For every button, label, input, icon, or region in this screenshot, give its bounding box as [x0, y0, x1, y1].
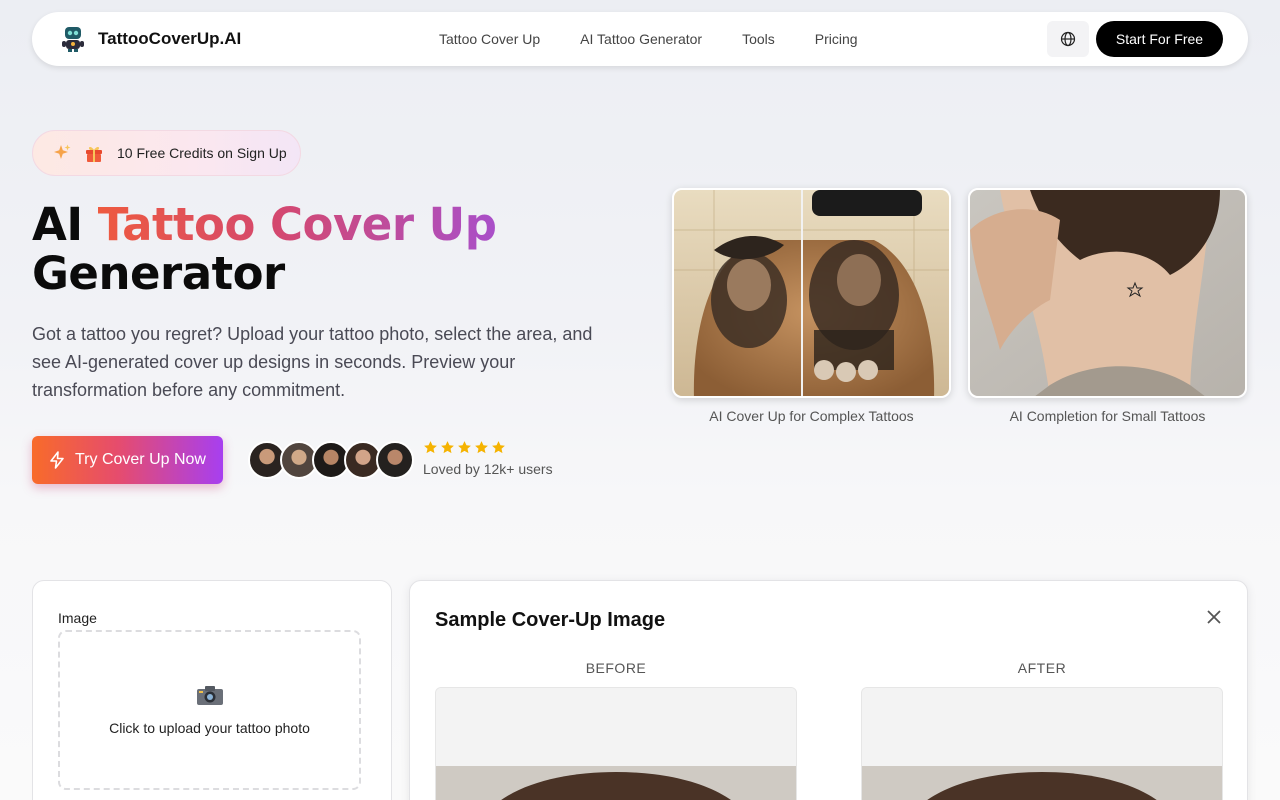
top-nav: TattooCoverUp.AI Tattoo Cover Up AI Tatt… — [32, 12, 1248, 66]
lightning-icon — [50, 451, 64, 469]
image-label: Image — [58, 610, 97, 626]
brand-name: TattooCoverUp.AI — [98, 29, 242, 48]
hero-title-prefix: AI — [32, 198, 98, 251]
nav-link-pricing[interactable]: Pricing — [815, 31, 858, 47]
free-credits-text: 10 Free Credits on Sign Up — [117, 145, 287, 161]
small-tattoo-example[interactable] — [968, 188, 1247, 398]
hero-title-suffix: Generator — [32, 247, 285, 300]
nav-link-ai-tattoo-generator[interactable]: AI Tattoo Generator — [580, 31, 702, 47]
rating-stars — [423, 440, 506, 455]
sample-cover-up-modal: Sample Cover-Up Image BEFORE AFTER — [409, 580, 1248, 800]
after-image — [861, 687, 1223, 800]
upload-hint: Click to upload your tattoo photo — [109, 720, 310, 736]
free-credits-badge: 10 Free Credits on Sign Up — [32, 130, 301, 176]
star-icon — [458, 441, 471, 454]
language-button[interactable] — [1047, 21, 1089, 57]
robot-logo-icon — [62, 27, 84, 52]
star-icon — [492, 441, 505, 454]
after-label: AFTER — [1017, 660, 1067, 676]
try-cover-up-label: Try Cover Up Now — [75, 451, 206, 468]
close-icon[interactable] — [1202, 605, 1226, 629]
chest-tattoo-image — [674, 190, 949, 396]
social-proof-text: Loved by 12k+ users — [423, 461, 553, 477]
star-icon — [441, 441, 454, 454]
image-upload-dropzone[interactable]: Click to upload your tattoo photo — [58, 630, 361, 790]
hero-title: AI Tattoo Cover Up Generator — [32, 200, 632, 298]
nav-link-tools[interactable]: Tools — [742, 31, 775, 47]
hero-subtitle: Got a tattoo you regret? Upload your tat… — [32, 324, 593, 400]
start-for-free-button[interactable]: Start For Free — [1096, 21, 1223, 57]
nav-link-tattoo-cover-up[interactable]: Tattoo Cover Up — [439, 31, 540, 47]
small-tattoo-caption: AI Completion for Small Tattoos — [1009, 408, 1206, 424]
hero-title-highlight: Tattoo Cover Up — [97, 198, 497, 251]
nav-links: Tattoo Cover Up AI Tattoo Generator Tool… — [439, 12, 898, 66]
gift-icon — [83, 142, 105, 164]
neck-tattoo-image — [970, 190, 1245, 396]
camera-icon — [197, 686, 223, 705]
complex-tattoo-caption: AI Cover Up for Complex Tattoos — [709, 408, 914, 424]
star-icon — [475, 441, 488, 454]
before-image — [435, 687, 797, 800]
try-cover-up-button[interactable]: Try Cover Up Now — [32, 436, 223, 484]
avatar — [376, 441, 414, 479]
complex-tattoo-example[interactable] — [672, 188, 951, 398]
brand[interactable]: TattooCoverUp.AI — [60, 25, 241, 53]
user-avatars — [248, 441, 418, 479]
globe-icon — [1060, 31, 1076, 47]
before-label: BEFORE — [585, 660, 647, 676]
sparkles-icon — [51, 142, 73, 164]
star-icon — [424, 441, 437, 454]
sample-title: Sample Cover-Up Image — [435, 609, 666, 631]
upload-panel: Image Click to upload your tattoo photo — [32, 580, 392, 800]
